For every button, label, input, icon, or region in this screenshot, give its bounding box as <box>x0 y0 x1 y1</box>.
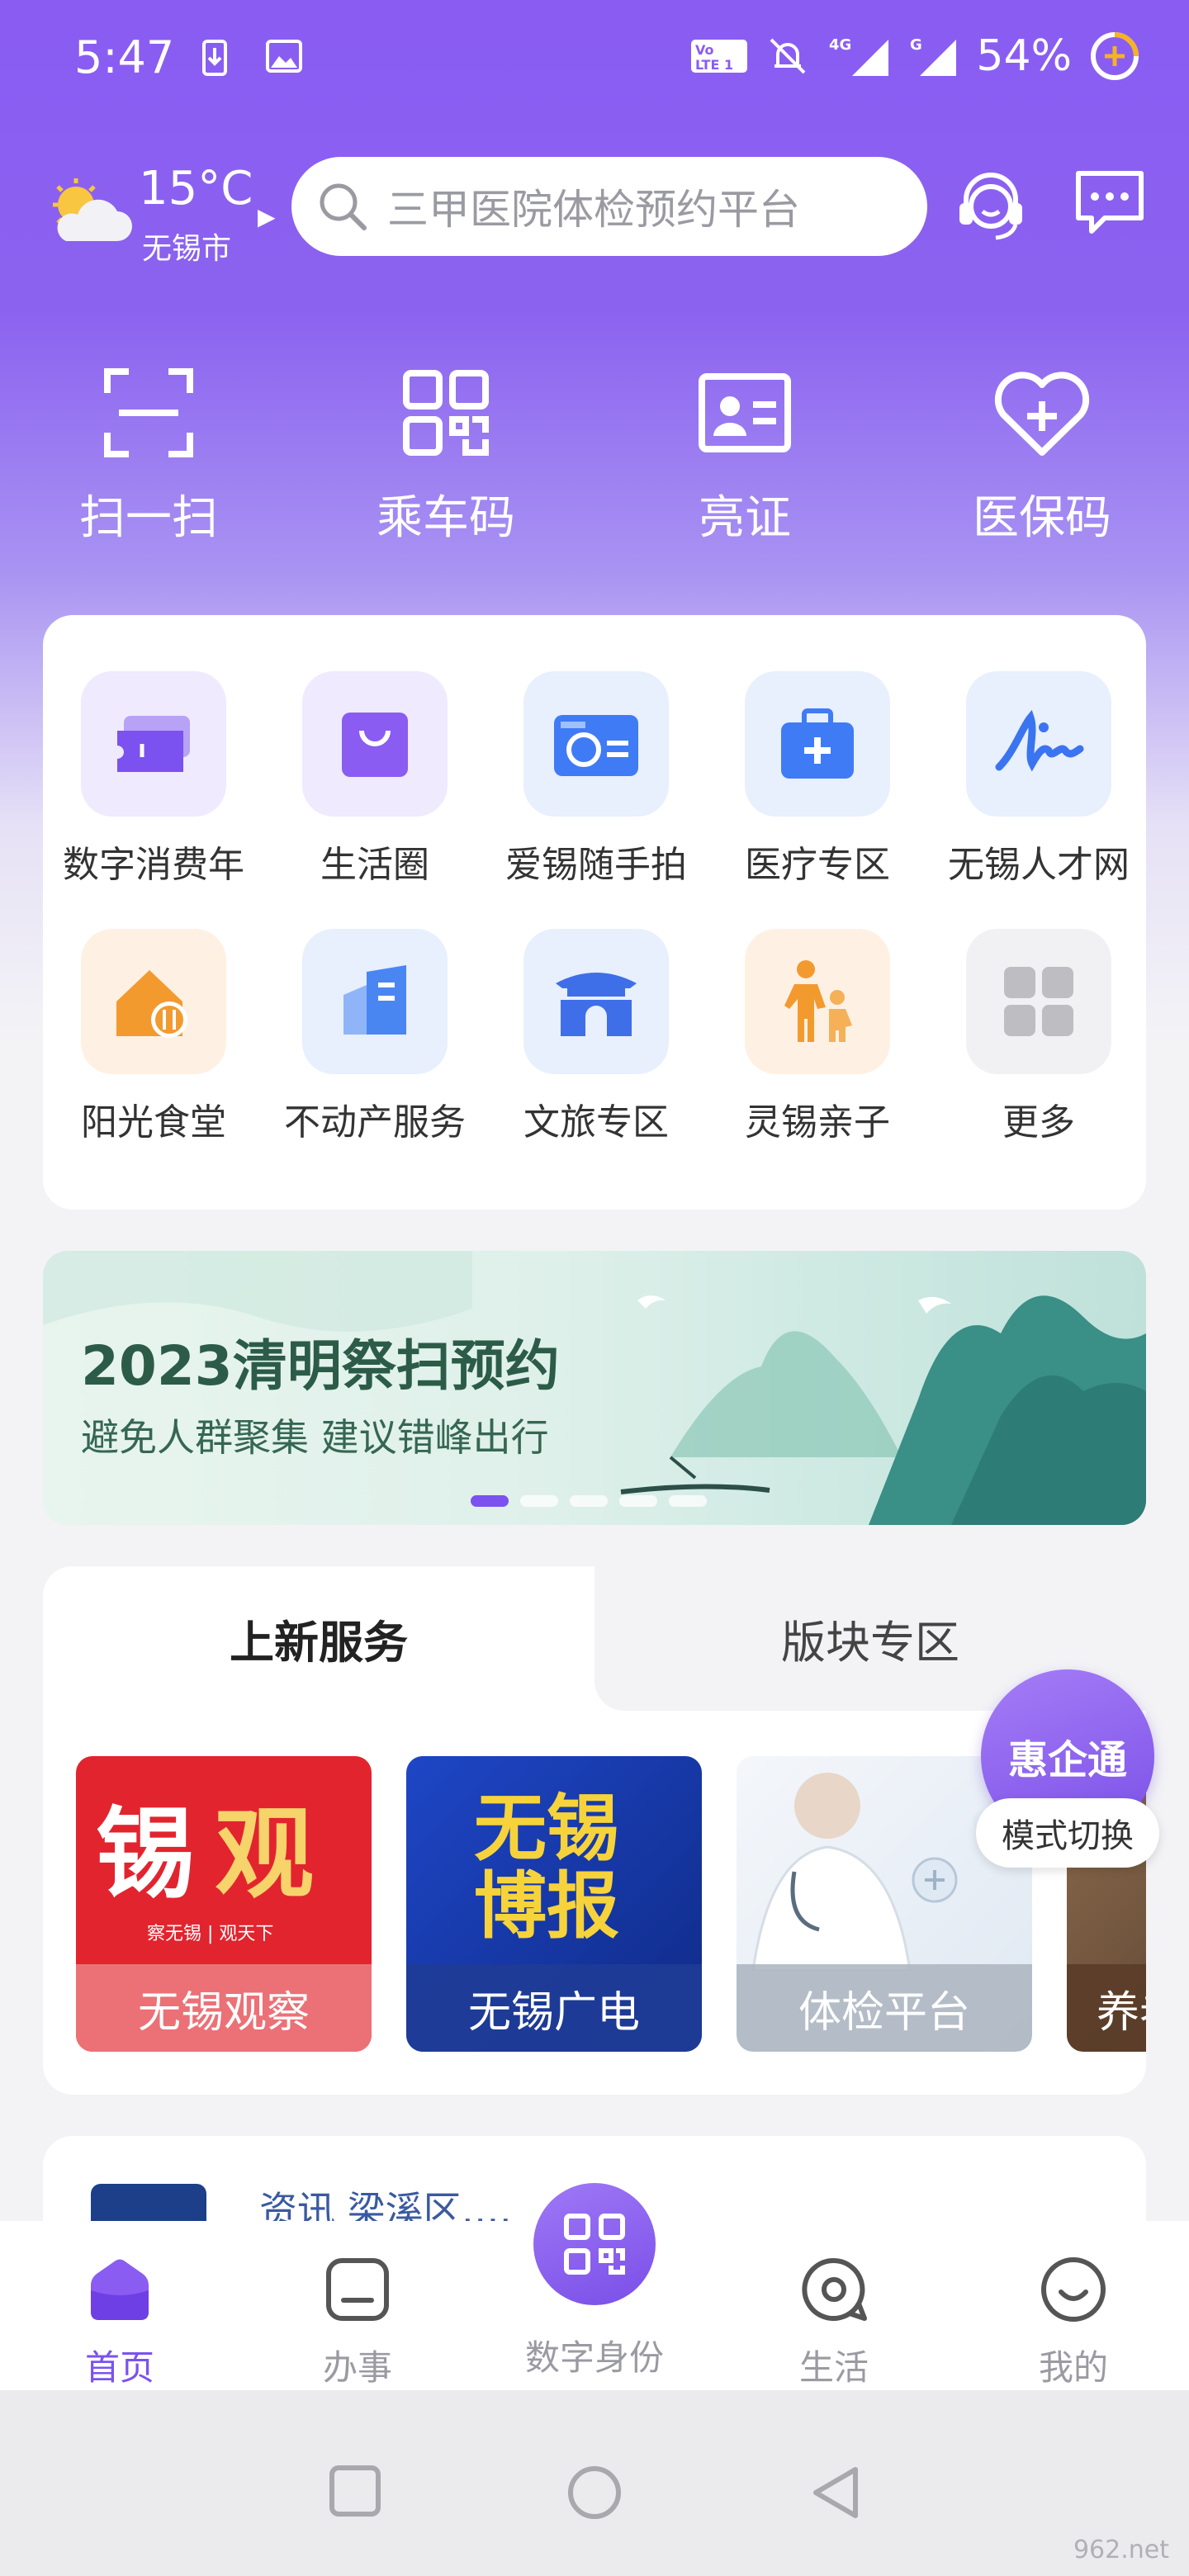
signal-g-icon: G <box>910 36 957 76</box>
quick-action-ride-code[interactable]: 乘车码 <box>322 363 570 547</box>
battery-saver-icon <box>1091 32 1139 80</box>
quick-action-show-id[interactable]: 亮证 <box>621 363 869 547</box>
news-caption: 无锡广电 <box>406 1964 702 2052</box>
services-grid: 数字消费年 生活圈 爱锡随手拍 医疗专区 无锡人才网 阳光食堂 不动产服务 文旅… <box>43 615 1146 1210</box>
scan-icon <box>104 368 193 457</box>
parent-child-icon <box>784 960 852 1042</box>
mode-switch-badge[interactable]: 惠企通 模式切换 <box>976 1669 1159 1876</box>
nav-digital-identity-label: 数字身份 <box>524 2337 664 2378</box>
wuxi-bobao-logo: 无锡 博报 <box>474 1786 619 1949</box>
volte-icon: Vo LTE 1 <box>691 40 748 73</box>
life-icon <box>802 2257 867 2321</box>
service-talent-network[interactable]: 无锡人才网 <box>928 671 1149 888</box>
mute-bell-icon <box>770 38 806 74</box>
chevron-right-icon: ▶ <box>258 203 276 230</box>
image-icon <box>266 40 302 73</box>
qr-code-icon <box>564 2214 625 2275</box>
tab-new-services[interactable]: 上新服务 <box>43 1566 594 1711</box>
recent-apps-icon[interactable] <box>329 2465 381 2517</box>
svg-text:观: 观 <box>215 1797 314 1912</box>
battery-percent: 54% <box>976 31 1072 81</box>
pagination-dot <box>471 1495 509 1507</box>
weather-temperature: 15°C <box>139 162 253 215</box>
quick-action-scan[interactable]: 扫一扫 <box>25 363 272 547</box>
profile-icon <box>1041 2257 1106 2322</box>
search-icon <box>320 183 367 230</box>
gate-icon <box>556 973 637 1036</box>
grid-more-icon <box>1004 967 1073 1036</box>
wuxi-observe-logo: 锡 观 察无锡 | 观天下 <box>96 1797 314 1944</box>
quick-action-medical-insurance-code[interactable]: 医保码 <box>918 363 1166 547</box>
weather-widget[interactable]: 15°C 无锡市 ▶ <box>41 157 289 266</box>
svg-text:博报: 博报 <box>474 1863 619 1949</box>
svg-text:察无锡 | 观天下: 察无锡 | 观天下 <box>147 1924 273 1944</box>
download-icon <box>202 40 227 76</box>
service-life-circle[interactable]: 生活圈 <box>264 671 486 888</box>
ticket-icon <box>117 716 190 772</box>
home-button-icon[interactable] <box>566 2465 623 2521</box>
service-medical-zone[interactable]: 医疗专区 <box>707 671 928 888</box>
svg-text:G: G <box>910 36 922 54</box>
building-icon <box>343 965 406 1035</box>
heart-plus-icon <box>994 372 1090 456</box>
customer-service-icon[interactable] <box>950 163 1032 246</box>
banner-pagination <box>471 1495 707 1507</box>
nav-home[interactable]: 首页 <box>37 2254 202 2390</box>
news-caption: 无锡观察 <box>76 1964 372 2052</box>
home-icon <box>91 2259 149 2320</box>
message-icon[interactable] <box>1072 163 1148 239</box>
service-photo-report[interactable]: 爱锡随手拍 <box>486 671 707 888</box>
qr-code-icon <box>403 370 489 456</box>
promo-banner[interactable]: 2023清明祭扫预约 避免人群聚集 建议错峰出行 <box>43 1251 1146 1525</box>
medical-kit-icon <box>781 708 854 779</box>
search-bar[interactable]: 三甲医院体检预约平台 <box>291 157 927 256</box>
svg-text:LTE 1: LTE 1 <box>695 57 733 73</box>
back-icon[interactable] <box>809 2465 862 2521</box>
news-tile-wuxi-observe[interactable]: 锡 观 察无锡 | 观天下 无锡观察 <box>76 1756 372 2052</box>
banner-title: 2023清明祭扫预约 <box>81 1334 560 1398</box>
watermark: 962.net <box>1073 2536 1169 2564</box>
house-dining-icon <box>116 970 187 1038</box>
svg-text:4G: 4G <box>829 36 851 54</box>
id-card-icon <box>699 373 791 452</box>
service-digital-consumption[interactable]: 数字消费年 <box>43 671 264 888</box>
svg-text:无锡: 无锡 <box>474 1786 619 1871</box>
status-time: 5:47 <box>74 31 175 83</box>
shopping-bag-icon <box>342 713 408 777</box>
app-header: 15°C 无锡市 ▶ 三甲医院体检预约平台 <box>0 149 1189 266</box>
pagination-dot <box>520 1495 558 1507</box>
svg-text:锡: 锡 <box>96 1797 195 1912</box>
pagination-dot <box>669 1495 707 1507</box>
service-more[interactable]: 更多 <box>928 929 1149 1145</box>
weather-city: 无锡市 <box>142 232 232 266</box>
banner-subtitle: 避免人群聚集 建议错峰出行 <box>81 1415 549 1460</box>
service-culture-tourism[interactable]: 文旅专区 <box>486 929 707 1145</box>
news-caption: 养老 <box>1067 1964 1146 2052</box>
digital-identity-button[interactable] <box>533 2183 656 2305</box>
nav-profile[interactable]: 我的 <box>991 2254 1156 2390</box>
status-bar: 5:47 Vo LTE 1 4G G 54% <box>0 0 1189 124</box>
signature-icon <box>995 709 1084 772</box>
service-sunshine-canteen[interactable]: 阳光食堂 <box>43 929 264 1145</box>
news-tile-wuxi-broadcast[interactable]: 无锡 博报 无锡广电 <box>406 1756 702 2052</box>
signal-4g-icon: 4G <box>829 36 889 76</box>
service-parent-child[interactable]: 灵锡亲子 <box>707 929 928 1145</box>
nav-services[interactable]: 办事 <box>275 2254 440 2390</box>
partly-cloudy-icon <box>53 178 132 241</box>
search-placeholder: 三甲医院体检预约平台 <box>387 186 800 234</box>
service-real-estate[interactable]: 不动产服务 <box>264 929 486 1145</box>
news-caption: 体检平台 <box>737 1964 1032 2052</box>
system-navigation-bar: 962.net <box>0 2390 1189 2576</box>
camera-icon <box>554 715 638 776</box>
task-icon <box>326 2258 389 2321</box>
mode-switch-button[interactable]: 模式切换 <box>976 1798 1159 1868</box>
quick-actions: 扫一扫 乘车码 亮证 医保码 <box>0 363 1189 570</box>
svg-text:Vo: Vo <box>695 42 714 58</box>
pagination-dot <box>570 1495 608 1507</box>
pagination-dot <box>619 1495 657 1507</box>
nav-life[interactable]: 生活 <box>751 2254 917 2390</box>
